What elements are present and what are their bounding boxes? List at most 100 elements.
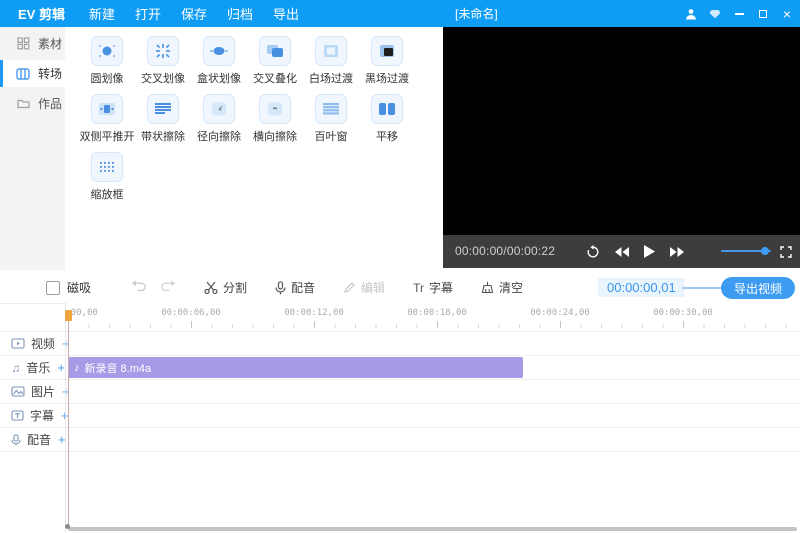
pencil-icon [343, 281, 356, 294]
vip-button[interactable] [708, 6, 722, 22]
transition-button[interactable] [147, 36, 179, 66]
transition-box-wipe: 盒状划像 [191, 36, 247, 86]
clear-button[interactable]: 清空 [481, 279, 523, 296]
sidebar-item-material[interactable]: 素材 [0, 30, 65, 57]
rewind-button[interactable] [615, 247, 629, 257]
fast-forward-button[interactable] [670, 247, 684, 257]
transition-button[interactable] [203, 36, 235, 66]
transition-button[interactable] [315, 94, 347, 124]
video-track-icon [11, 338, 25, 349]
dub-label: 配音 [291, 279, 315, 296]
transition-button[interactable] [371, 36, 403, 66]
transition-label: 百叶窗 [315, 128, 348, 144]
transition-cross-dissolve: 交叉叠化 [247, 36, 303, 86]
window-controls: × [684, 0, 794, 27]
menu-open[interactable]: 打开 [135, 4, 161, 23]
ruler-major-ticks [68, 321, 800, 328]
minimize-button[interactable] [732, 6, 746, 22]
transition-button[interactable] [91, 152, 123, 182]
transition-label: 平移 [376, 128, 398, 144]
replay-button[interactable] [586, 245, 600, 259]
track-video[interactable]: 视频 + [0, 332, 800, 356]
rewind-icon [615, 247, 629, 257]
user-icon [685, 8, 697, 20]
transition-push-open: 双侧平推开 [79, 94, 135, 144]
white-fade-icon [321, 43, 341, 59]
transition-white-fade: 白场过渡 [303, 36, 359, 86]
sidebar-item-transitions[interactable]: 转场 [0, 60, 65, 87]
menu-export[interactable]: 导出 [273, 4, 299, 23]
split-button[interactable]: 分割 [204, 279, 247, 296]
edit-button[interactable]: 编辑 [343, 279, 385, 296]
transition-button[interactable] [91, 94, 123, 124]
playhead-line [68, 310, 69, 526]
undo-button[interactable] [131, 279, 147, 297]
dub-button[interactable]: 配音 [275, 279, 315, 296]
music-track-icon: ♫ [11, 362, 20, 374]
edit-label: 编辑 [361, 279, 385, 296]
fullscreen-button[interactable] [780, 245, 792, 263]
menu-save[interactable]: 保存 [181, 4, 207, 23]
close-icon: × [783, 7, 791, 21]
track-subtitle[interactable]: 字幕 + [0, 404, 800, 428]
ruler-label: 00:00:18,00 [407, 308, 467, 318]
transition-label: 白场过渡 [309, 70, 353, 86]
play-button[interactable] [644, 245, 655, 258]
menu-archive[interactable]: 归档 [227, 4, 253, 23]
grid-icon [16, 37, 30, 50]
transition-button[interactable] [91, 36, 123, 66]
timeline-tracks: 视频 + ♫ 音乐 + 图片 + [0, 331, 800, 452]
subtitle-button[interactable]: Tr 字幕 [413, 279, 453, 296]
track-image[interactable]: 图片 + [0, 380, 800, 404]
black-fade-icon [377, 43, 397, 59]
minimize-icon [735, 13, 744, 15]
audio-clip[interactable]: ♪ 新录音 8.m4a [68, 357, 523, 378]
fast-forward-icon [670, 247, 684, 257]
app-window: EV 剪辑 新建 打开 保存 归档 导出 [未命名] × 素材 [0, 0, 800, 533]
track-dub[interactable]: 配音 + [0, 428, 800, 452]
transition-button[interactable] [315, 36, 347, 66]
sidebar-item-label: 作品 [38, 95, 62, 112]
document-title: [未命名] [455, 5, 498, 22]
preview-timecode: 00:00:00/00:00:22 [455, 244, 555, 258]
transition-button[interactable] [259, 36, 291, 66]
transition-label: 盒状划像 [197, 70, 241, 86]
history-buttons [131, 279, 176, 297]
ruler-label: 00:00:06,00 [161, 308, 221, 318]
transition-button[interactable] [203, 94, 235, 124]
split-label: 分割 [223, 279, 247, 296]
ruler-label: 00:00:30,00 [653, 308, 713, 318]
snap-toggle[interactable]: 磁吸 [46, 279, 91, 296]
video-preview [443, 27, 800, 235]
transition-button[interactable] [371, 94, 403, 124]
export-video-button[interactable]: 导出视频 [721, 277, 795, 299]
playback-controls [586, 235, 684, 268]
ruler-label: 00:00:12,00 [284, 308, 344, 318]
clear-label: 清空 [499, 279, 523, 296]
horizontal-scrollbar[interactable] [68, 527, 797, 531]
volume-knob[interactable] [761, 247, 769, 255]
redo-button[interactable] [160, 279, 176, 297]
volume-slider[interactable] [721, 250, 771, 252]
radial-wipe-icon [209, 101, 229, 117]
close-button[interactable]: × [780, 6, 794, 22]
playhead-handle[interactable] [65, 310, 72, 321]
transition-label: 圆划像 [91, 70, 124, 86]
cross-dissolve-icon [265, 43, 285, 59]
push-open-icon [97, 101, 117, 117]
sidebar-item-works[interactable]: 作品 [0, 90, 65, 117]
transition-button[interactable] [147, 94, 179, 124]
user-button[interactable] [684, 6, 698, 22]
snap-checkbox[interactable] [46, 281, 60, 295]
add-music-button[interactable]: + [57, 360, 65, 375]
track-label: 视频 [31, 335, 55, 352]
transition-black-fade: 黑场过渡 [359, 36, 415, 86]
maximize-button[interactable] [756, 6, 770, 22]
transition-button[interactable] [259, 94, 291, 124]
track-label: 音乐 [26, 359, 50, 376]
redo-icon [160, 280, 176, 292]
edit-toolbar: 磁吸 分割 配音 编辑 Tr 字幕 清空 [0, 272, 800, 304]
menu-new[interactable]: 新建 [89, 4, 115, 23]
transition-circle-wipe: 圆划像 [79, 36, 135, 86]
timeline-ruler[interactable]: 00:00:00,00 00:00:06,00 00:00:12,00 00:0… [65, 303, 800, 331]
